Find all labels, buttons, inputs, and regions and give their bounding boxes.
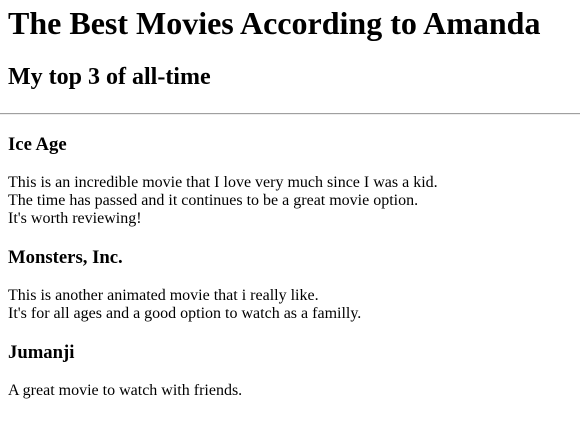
description-line: It's worth reviewing! [8, 210, 142, 227]
movie-entry-ice-age: Ice Age This is an incredible movie that… [8, 134, 580, 228]
movie-entry-monsters-inc: Monsters, Inc. This is another animated … [8, 247, 580, 323]
movie-list: Ice Age This is an incredible movie that… [0, 134, 588, 400]
description-line: This is another animated movie that i re… [8, 287, 319, 304]
movie-description: This is an incredible movie that I love … [8, 174, 580, 228]
description-line: The time has passed and it continues to … [8, 192, 419, 209]
description-line: A great movie to watch with friends. [8, 382, 243, 399]
movie-entry-jumanji: Jumanji A great movie to watch with frie… [8, 342, 580, 400]
page-content: The Best Movies According to Amanda My t… [0, 0, 588, 91]
page-title: The Best Movies According to Amanda [8, 5, 541, 41]
description-line: It's for all ages and a good option to w… [8, 305, 362, 322]
movie-title: Monsters, Inc. [8, 247, 123, 268]
page-subtitle: My top 3 of all-time [8, 64, 211, 90]
divider [0, 113, 580, 115]
movie-title: Jumanji [8, 342, 75, 363]
movie-title: Ice Age [8, 134, 67, 155]
movie-description: This is another animated movie that i re… [8, 287, 580, 323]
movie-description: A great movie to watch with friends. [8, 382, 580, 400]
description-line: This is an incredible movie that I love … [8, 174, 438, 191]
